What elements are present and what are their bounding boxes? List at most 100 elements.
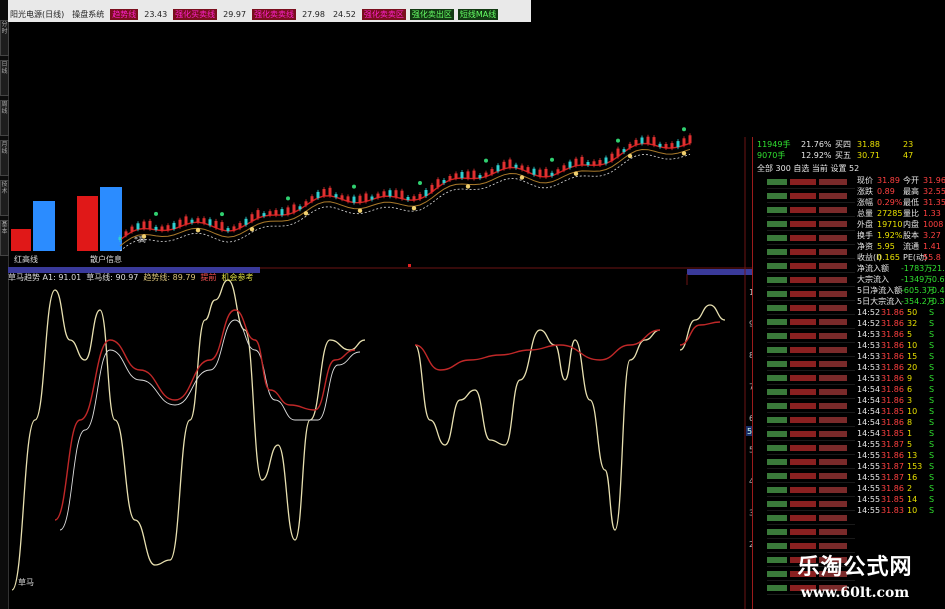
stock-list-row[interactable] bbox=[767, 231, 855, 245]
stock-list-row[interactable] bbox=[767, 539, 855, 553]
quote-cell: 50 bbox=[907, 308, 918, 317]
list-cell bbox=[790, 220, 816, 227]
quote-cell: 31.87 bbox=[881, 473, 904, 482]
stock-list-row[interactable] bbox=[767, 483, 855, 497]
quote-cell: 20 bbox=[907, 363, 918, 372]
candle-body bbox=[670, 143, 674, 149]
quote-field-row: 总量 27285量比 1.33 bbox=[857, 208, 945, 219]
quote-cell: S bbox=[929, 473, 935, 482]
quote-cell: 31.86 bbox=[881, 374, 904, 383]
buy-signal-dot bbox=[573, 171, 579, 176]
stock-list-row[interactable] bbox=[767, 301, 855, 315]
quote-cell: S bbox=[929, 495, 935, 504]
stock-list-row[interactable] bbox=[767, 371, 855, 385]
list-cell bbox=[819, 402, 847, 409]
candle-body bbox=[676, 141, 680, 148]
quote-field-row: 涨跌 0.89 最高 32.55 bbox=[857, 186, 945, 197]
candle-body bbox=[556, 169, 560, 174]
list-cell bbox=[790, 234, 816, 241]
list-cell bbox=[767, 402, 787, 409]
candle-body bbox=[352, 196, 356, 203]
quote-cell: 股本 bbox=[903, 231, 919, 240]
quote-cell: 14:55 bbox=[857, 484, 881, 493]
list-cell bbox=[819, 472, 847, 479]
tick-row: 14:5531.87 5 S bbox=[857, 439, 945, 450]
candle-body bbox=[580, 156, 584, 165]
oscillator-line bbox=[414, 329, 661, 371]
quote-cell: 30.71 bbox=[857, 151, 880, 160]
quote-cell: 21.76% bbox=[801, 140, 832, 149]
stock-list-row[interactable] bbox=[767, 329, 855, 343]
quote-cell: 32.55 bbox=[923, 187, 945, 196]
stock-list-row[interactable] bbox=[767, 385, 855, 399]
stock-list-row[interactable] bbox=[767, 469, 855, 483]
candle-body bbox=[406, 197, 410, 200]
candle-body bbox=[520, 165, 524, 170]
capital-flow-row: 5日大宗流入-354.2万-0.3 bbox=[857, 296, 945, 307]
quote-cell: 1.41 bbox=[923, 242, 941, 251]
stock-list-row[interactable] bbox=[767, 497, 855, 511]
list-cell bbox=[767, 444, 787, 451]
stock-list-row[interactable] bbox=[767, 189, 855, 203]
candle-body bbox=[130, 226, 134, 232]
list-cell bbox=[790, 332, 816, 339]
stock-list-row[interactable] bbox=[767, 427, 855, 441]
list-cell bbox=[819, 430, 847, 437]
candle-body bbox=[490, 169, 494, 175]
quote-cell: 外盘 bbox=[857, 220, 873, 229]
stock-list-row[interactable] bbox=[767, 273, 855, 287]
candle-body bbox=[388, 190, 392, 197]
list-cell bbox=[790, 346, 816, 353]
candle-body bbox=[136, 223, 140, 230]
buy-signal-dot bbox=[195, 228, 201, 233]
stock-list-row[interactable] bbox=[767, 525, 855, 539]
stock-list-row[interactable] bbox=[767, 343, 855, 357]
stock-list-row[interactable] bbox=[767, 441, 855, 455]
candle-body bbox=[496, 165, 500, 172]
list-cell bbox=[790, 374, 816, 381]
stock-list-row[interactable] bbox=[767, 175, 855, 189]
stock-list-row[interactable] bbox=[767, 259, 855, 273]
stock-list-row[interactable] bbox=[767, 245, 855, 259]
list-cell bbox=[790, 304, 816, 311]
quote-cell: 14:54 bbox=[857, 407, 881, 416]
list-cell bbox=[819, 178, 847, 185]
quote-cell: S bbox=[929, 396, 935, 405]
candle-body bbox=[172, 222, 176, 229]
list-cell bbox=[767, 234, 787, 241]
list-cell bbox=[790, 178, 816, 185]
list-cell bbox=[819, 346, 847, 353]
quote-cell: -0.3 bbox=[929, 297, 945, 306]
stock-list-row[interactable] bbox=[767, 203, 855, 217]
quote-cell: 买四 bbox=[835, 140, 851, 149]
quote-cell: 47 bbox=[903, 151, 914, 160]
candle-body bbox=[586, 162, 590, 165]
list-cell bbox=[767, 542, 787, 549]
stock-list-row[interactable] bbox=[767, 315, 855, 329]
list-cell bbox=[819, 528, 847, 535]
quote-cell: 1.33 bbox=[923, 209, 941, 218]
candle-body bbox=[448, 176, 452, 180]
candle-body bbox=[430, 184, 434, 192]
candle-body bbox=[412, 196, 416, 201]
stock-list-row[interactable] bbox=[767, 217, 855, 231]
quote-cell: S bbox=[929, 330, 935, 339]
list-cell bbox=[819, 318, 847, 325]
quote-cell: 最低 bbox=[903, 198, 919, 207]
quote-cell: 14:54 bbox=[857, 418, 881, 427]
candle-body bbox=[688, 135, 692, 144]
tick-row: 14:5331.86 5 S bbox=[857, 329, 945, 340]
quote-cell: 换手 bbox=[857, 231, 873, 240]
quote-cell: 31.83 bbox=[881, 506, 904, 515]
quote-cell: -0.4 bbox=[929, 286, 945, 295]
stock-list-row[interactable] bbox=[767, 357, 855, 371]
stock-list-row[interactable] bbox=[767, 399, 855, 413]
stock-list-row[interactable] bbox=[767, 413, 855, 427]
candle-body bbox=[532, 168, 536, 175]
quote-cell: 12.92% bbox=[801, 151, 832, 160]
stock-list-row[interactable] bbox=[767, 287, 855, 301]
stock-list-row[interactable] bbox=[767, 455, 855, 469]
stock-list-row[interactable] bbox=[767, 511, 855, 525]
buy-signal-dot bbox=[627, 153, 633, 159]
stock-list[interactable] bbox=[767, 175, 855, 605]
